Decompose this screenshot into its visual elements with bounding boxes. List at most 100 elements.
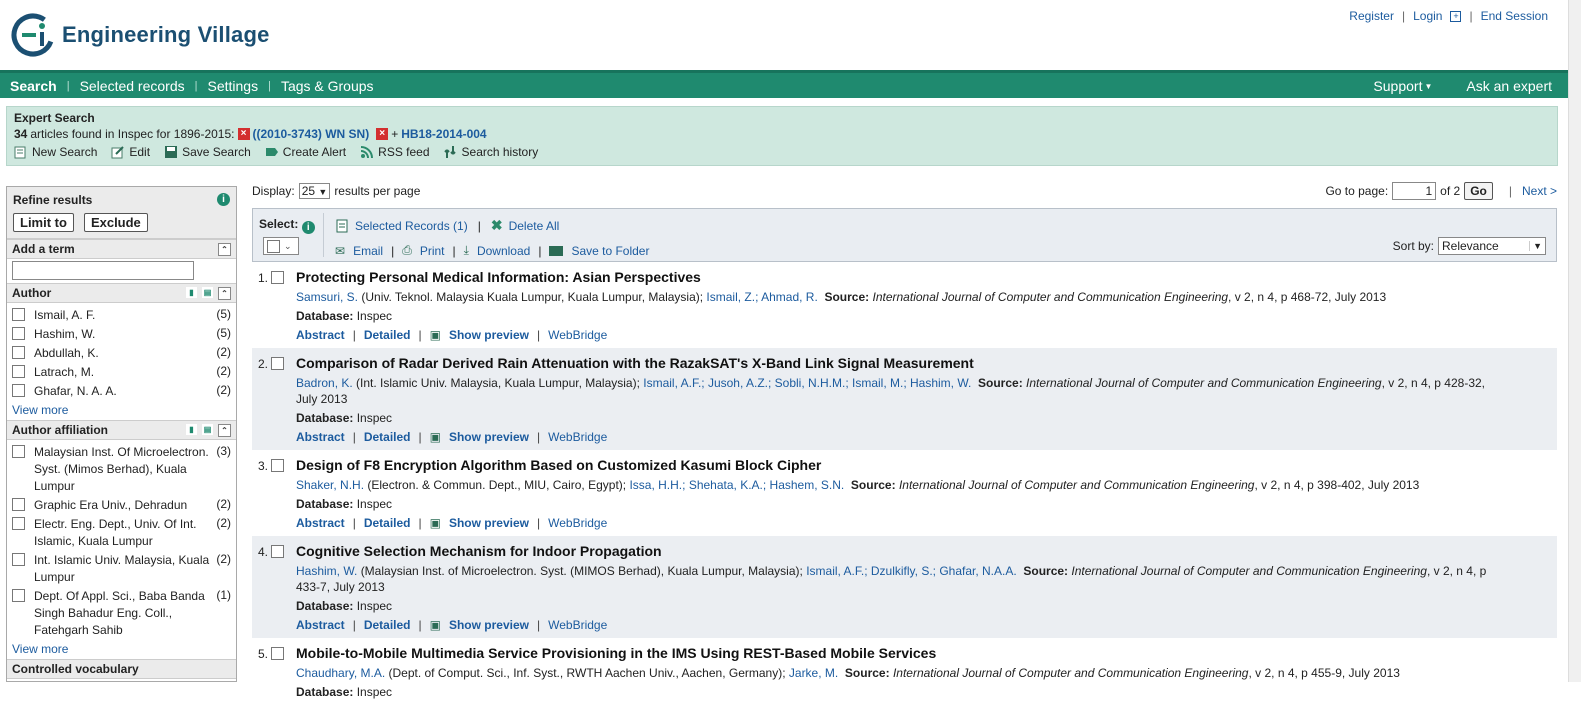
rss-feed-button[interactable]: RSS feed (360, 145, 430, 159)
coauthor-links[interactable]: Ismail, Z.; Ahmad, R. (706, 290, 817, 304)
delete-all-link[interactable]: Delete All (509, 219, 560, 233)
facet-item[interactable]: Latrach, M. (2) (7, 363, 236, 382)
facet-item[interactable]: Ismail, A. F. (5) (7, 306, 236, 325)
page-number-input[interactable]: 1 (1392, 182, 1437, 200)
search-term-1[interactable]: ((2010-3743) WN SN) (253, 127, 370, 141)
facet-item[interactable]: Int. Islamic Univ. Malaysia, Kuala Lumpu… (7, 551, 236, 587)
facet-checkbox[interactable] (12, 498, 25, 511)
window-scrollbar[interactable] (1568, 0, 1581, 682)
coauthor-links[interactable]: Ismail, A.F.; Dzulkifly, S.; Ghafar, N.A… (806, 564, 1017, 578)
record-checkbox[interactable] (271, 647, 284, 660)
info-icon[interactable]: i (217, 193, 230, 206)
select-all-checkbox[interactable] (267, 239, 280, 253)
expand-icon[interactable]: + (1450, 10, 1462, 22)
register-link[interactable]: Register (1349, 9, 1394, 23)
create-alert-button[interactable]: Create Alert (265, 145, 346, 159)
sort-select[interactable]: Relevance ▼ (1438, 237, 1546, 255)
add-term-input[interactable] (12, 261, 194, 280)
abstract-link[interactable]: Abstract (296, 430, 345, 444)
facet-item[interactable]: Ghafar, N. A. A. (2) (7, 382, 236, 401)
exclude-button[interactable]: Exclude (83, 213, 148, 232)
show-preview-link[interactable]: Show preview (449, 430, 529, 444)
next-page-link[interactable]: Next > (1522, 184, 1557, 198)
remove-term-icon[interactable]: × (376, 128, 389, 140)
search-history-button[interactable]: Search history (443, 145, 538, 159)
info-icon[interactable]: i (301, 221, 315, 234)
coauthor-links[interactable]: Ismail, A.F.; Jusoh, A.Z.; Sobli, N.H.M.… (643, 376, 971, 390)
nav-selected-records[interactable]: Selected records (70, 78, 195, 94)
nav-tags-groups[interactable]: Tags & Groups (271, 78, 384, 94)
facet-item[interactable]: Hashim, W. (5) (7, 325, 236, 344)
facet-checkbox[interactable] (12, 308, 25, 321)
logo[interactable]: Engineering Village (10, 12, 270, 58)
record-title[interactable]: Mobile-to-Mobile Multimedia Service Prov… (296, 645, 1497, 661)
abstract-link[interactable]: Abstract (296, 328, 345, 342)
record-title[interactable]: Comparison of Radar Derived Rain Attenua… (296, 355, 1497, 371)
end-session-link[interactable]: End Session (1481, 9, 1548, 23)
record-title[interactable]: Cognitive Selection Mechanism for Indoor… (296, 543, 1497, 559)
facet-checkbox[interactable] (12, 445, 25, 458)
new-search-button[interactable]: New Search (14, 145, 97, 159)
facet-checkbox[interactable] (12, 346, 25, 359)
facet-checkbox[interactable] (12, 365, 25, 378)
print-link[interactable]: Print (420, 244, 445, 258)
record-checkbox[interactable] (271, 545, 284, 558)
facet-checkbox[interactable] (12, 553, 25, 566)
author-link[interactable]: Badron, K. (296, 376, 353, 390)
coauthor-links[interactable]: Issa, H.H.; Shehata, K.A.; Hashem, S.N. (629, 478, 844, 492)
facet-checkbox[interactable] (12, 517, 25, 530)
nav-ask-expert[interactable]: Ask an expert (1456, 78, 1562, 94)
bar-chart-icon[interactable]: ▮ (186, 286, 197, 298)
remove-term-icon[interactable]: × (237, 128, 250, 140)
save-search-button[interactable]: Save Search (164, 145, 251, 159)
detailed-link[interactable]: Detailed (364, 516, 411, 530)
nav-search[interactable]: Search (0, 78, 67, 94)
webbridge-link[interactable]: WebBridge (548, 618, 607, 632)
facet-checkbox[interactable] (12, 327, 25, 340)
facet-item[interactable]: Graphic Era Univ., Dehradun (2) (7, 496, 236, 515)
record-title[interactable]: Protecting Personal Medical Information:… (296, 269, 1497, 285)
results-per-page-select[interactable]: 25 ▼ (298, 183, 331, 199)
show-preview-link[interactable]: Show preview (449, 328, 529, 342)
record-checkbox[interactable] (271, 271, 284, 284)
webbridge-link[interactable]: WebBridge (548, 328, 607, 342)
author-link[interactable]: Hashim, W. (296, 564, 357, 578)
selected-records-link[interactable]: Selected Records (1) (355, 219, 468, 233)
detailed-link[interactable]: Detailed (364, 430, 411, 444)
detailed-link[interactable]: Detailed (364, 328, 411, 342)
view-more-link[interactable]: View more (7, 401, 236, 420)
author-link[interactable]: Samsuri, S. (296, 290, 358, 304)
webbridge-link[interactable]: WebBridge (548, 430, 607, 444)
email-link[interactable]: Email (353, 244, 383, 258)
collapse-icon[interactable]: ⌃ (218, 423, 231, 437)
view-more-link[interactable]: View more (7, 640, 236, 659)
show-preview-link[interactable]: Show preview (449, 618, 529, 632)
nav-support[interactable]: Support ▼ (1363, 78, 1442, 94)
abstract-link[interactable]: Abstract (296, 618, 345, 632)
login-link[interactable]: Login (1413, 9, 1442, 23)
author-link[interactable]: Chaudhary, M.A. (296, 666, 385, 680)
download-link[interactable]: Download (477, 244, 530, 258)
save-to-folder-link[interactable]: Save to Folder (571, 244, 649, 258)
nav-settings[interactable]: Settings (197, 78, 268, 94)
bar-chart-icon[interactable]: ▮ (186, 423, 197, 435)
facet-item[interactable]: Malaysian Inst. Of Microelectron. Syst. … (7, 443, 236, 496)
facet-checkbox[interactable] (12, 589, 25, 602)
limit-to-button[interactable]: Limit to (13, 213, 74, 232)
edit-button[interactable]: Edit (111, 145, 150, 159)
record-checkbox[interactable] (271, 357, 284, 370)
facet-item[interactable]: Abdullah, K. (2) (7, 344, 236, 363)
record-checkbox[interactable] (271, 459, 284, 472)
record-title[interactable]: Design of F8 Encryption Algorithm Based … (296, 457, 1497, 473)
search-term-2[interactable]: HB18-2014-004 (401, 127, 486, 141)
export-icon[interactable]: ▤ (202, 423, 213, 435)
webbridge-link[interactable]: WebBridge (548, 516, 607, 530)
go-button[interactable]: Go (1464, 182, 1493, 200)
author-link[interactable]: Shaker, N.H. (296, 478, 364, 492)
collapse-icon[interactable]: ⌃ (218, 242, 231, 256)
collapse-icon[interactable]: ⌃ (218, 286, 231, 300)
facet-item[interactable]: Electr. Eng. Dept., Univ. Of Int. Islami… (7, 515, 236, 551)
coauthor-links[interactable]: Jarke, M. (789, 666, 838, 680)
detailed-link[interactable]: Detailed (364, 618, 411, 632)
show-preview-link[interactable]: Show preview (449, 516, 529, 530)
